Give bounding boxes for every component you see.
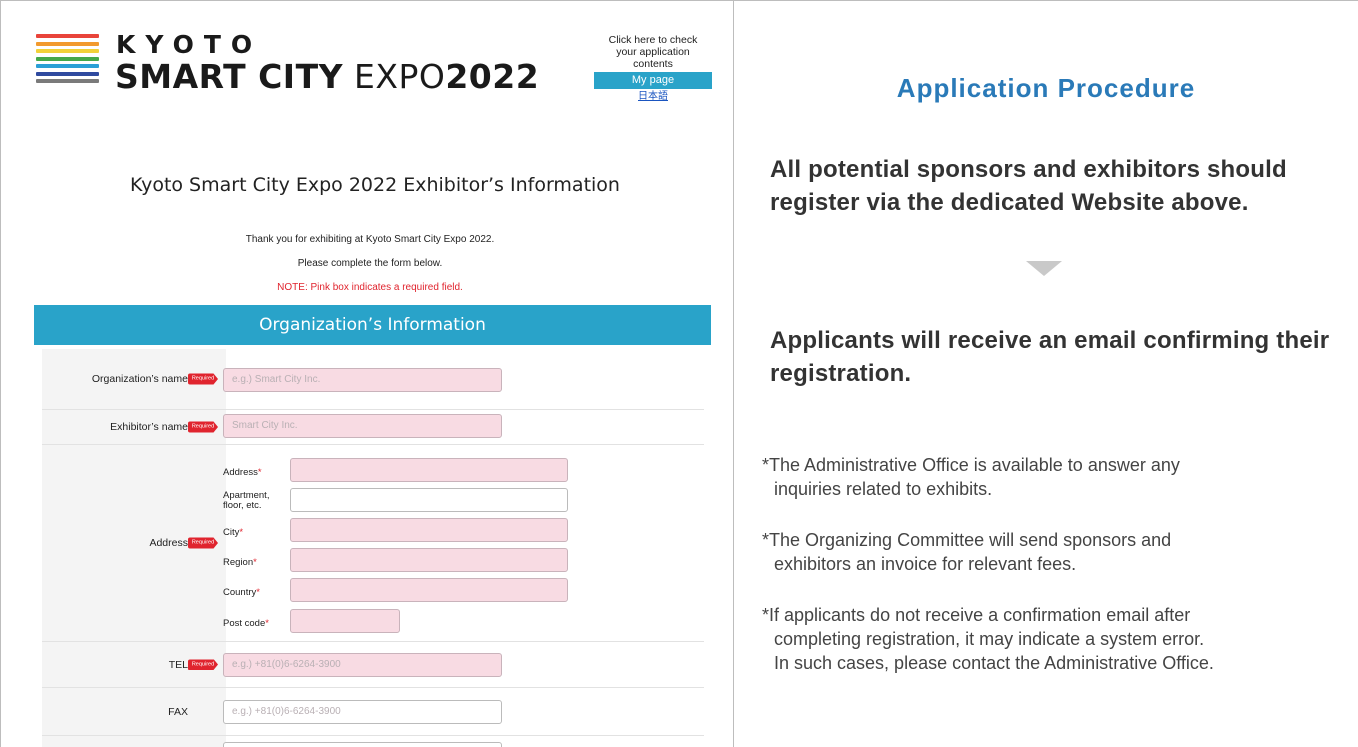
form-row-tel: TEL Required e.g.) +81(0)6-6264-3900: [42, 642, 704, 688]
address-sublabel: Address: [223, 467, 258, 478]
city-sublabel: City: [223, 527, 240, 538]
required-asterisk: *: [265, 618, 269, 629]
postcode-sublabel: Post code: [223, 618, 266, 629]
region-input[interactable]: [290, 548, 568, 572]
city-input[interactable]: [290, 518, 568, 542]
tel-input[interactable]: e.g.) +81(0)6-6264-3900: [223, 653, 502, 677]
logo-smart-city: SMART CITY: [115, 57, 343, 96]
logo-stripe: [36, 71, 99, 76]
section-header-organization: Organization’s Information: [34, 305, 711, 345]
required-badge: Required: [188, 373, 218, 385]
intro-thanks: Thank you for exhibiting at Kyoto Smart …: [245, 234, 495, 245]
note-admin-office-line1: *The Administrative Office is available …: [762, 455, 1180, 475]
procedure-panel: Application Procedure All potential spon…: [734, 0, 1358, 747]
address-input[interactable]: [290, 458, 568, 482]
logo-stripe: [36, 34, 99, 38]
fax-label: FAX: [168, 705, 188, 718]
logo-main-text: SMART CITY EXPO2022: [115, 57, 539, 96]
note-system-error-line2: completing registration, it may indicate…: [774, 629, 1205, 649]
logo-stripe: [36, 49, 99, 53]
exhibitor-name-input[interactable]: Smart City Inc.: [223, 414, 502, 438]
required-badge: Required: [188, 421, 218, 433]
exhibitor-name-label: Exhibitor’s name: [110, 421, 188, 433]
logo-stripes: [36, 34, 99, 87]
tel-label: TEL: [168, 658, 188, 671]
logo-stripe: [36, 64, 99, 68]
address-line-label: Address*: [223, 468, 262, 478]
required-asterisk: *: [256, 587, 260, 598]
note-system-error-line1: *If applicants do not receive a confirma…: [762, 605, 1191, 625]
required-asterisk: *: [239, 527, 244, 538]
form-screenshot-panel: KYOTO SMART CITY EXPO2022 Click here to …: [0, 0, 733, 747]
down-arrow-icon: [1026, 261, 1062, 276]
procedure-title: Application Procedure: [896, 73, 1196, 103]
logo-stripe: [36, 79, 99, 83]
region-sublabel: Region: [223, 557, 254, 568]
form-row-exhibitor-name: Exhibitor’s name Required Smart City Inc…: [42, 410, 704, 445]
apartment-input[interactable]: [290, 488, 568, 512]
mypage-button[interactable]: My page: [594, 72, 712, 89]
logo-stripe: [36, 41, 99, 46]
required-badge: Required: [188, 659, 218, 670]
intro-instructions: Please complete the form below.: [297, 258, 443, 269]
logo-stripe: [36, 56, 99, 61]
logo-year: 2022: [445, 57, 540, 96]
row-label-cell: [42, 736, 226, 747]
apartment-label: Apartment, floor, etc.: [223, 491, 269, 511]
required-asterisk: *: [253, 557, 257, 568]
address-label: Address: [149, 537, 188, 549]
apartment-label-line2: floor, etc.: [223, 500, 262, 511]
form-row-organization-name: Organization’s name Required e.g.) Smart…: [42, 349, 704, 410]
logo-kyoto-text: KYOTO: [116, 30, 263, 59]
form-title: Kyoto Smart City Expo 2022 Exhibitor’s I…: [130, 174, 620, 196]
mypage-hint-line1: Click here to check: [608, 34, 698, 46]
required-note: NOTE: Pink box indicates a required fiel…: [277, 282, 463, 293]
region-label: Region*: [223, 558, 257, 568]
procedure-step-confirmation: Applicants will receive an email confirm…: [770, 327, 1330, 387]
fax-input[interactable]: e.g.) +81(0)6-6264-3900: [223, 700, 502, 724]
note-admin-office-line2: inquiries related to exhibits.: [774, 479, 993, 499]
city-label: City*: [223, 528, 243, 538]
logo-expo: EXPO: [353, 57, 446, 96]
country-sublabel: Country: [223, 587, 257, 598]
japanese-language-link[interactable]: 日本語: [594, 91, 712, 103]
mypage-hint-line3: contents: [633, 58, 673, 70]
country-input[interactable]: [290, 578, 568, 602]
form-row-address: Address Required Address* Apartment, floo…: [42, 445, 704, 642]
required-asterisk: *: [257, 467, 262, 478]
organization-name-label: Organization’s name: [91, 373, 188, 385]
required-badge: Required: [188, 537, 218, 549]
note-admin-office: *The Administrative Office is available …: [762, 453, 1352, 501]
country-label: Country*: [223, 588, 260, 598]
note-invoice-line2: exhibitors an invoice for relevant fees.: [774, 554, 1077, 574]
expo-logo: KYOTO SMART CITY EXPO2022: [36, 30, 539, 102]
note-system-error-line3: In such cases, please contact the Admini…: [774, 653, 1214, 673]
next-input[interactable]: [223, 742, 502, 747]
note-invoice: *The Organizing Committee will send spon…: [762, 528, 1352, 576]
organization-name-input[interactable]: e.g.) Smart City Inc.: [223, 368, 502, 392]
mypage-hint-line2: your application: [616, 46, 690, 58]
mypage-box: Click here to check your application con…: [594, 34, 712, 103]
note-system-error: *If applicants do not receive a confirma…: [762, 603, 1352, 675]
postcode-input[interactable]: [290, 609, 400, 633]
note-invoice-line1: *The Organizing Committee will send spon…: [762, 530, 1172, 550]
form-row-next: [42, 736, 704, 747]
form-row-fax: FAX e.g.) +81(0)6-6264-3900: [42, 688, 704, 736]
postcode-label: Post code*: [223, 619, 269, 629]
row-label-cell: FAX: [42, 688, 226, 735]
procedure-step-register: All potential sponsors and exhibitors sh…: [770, 156, 1287, 216]
